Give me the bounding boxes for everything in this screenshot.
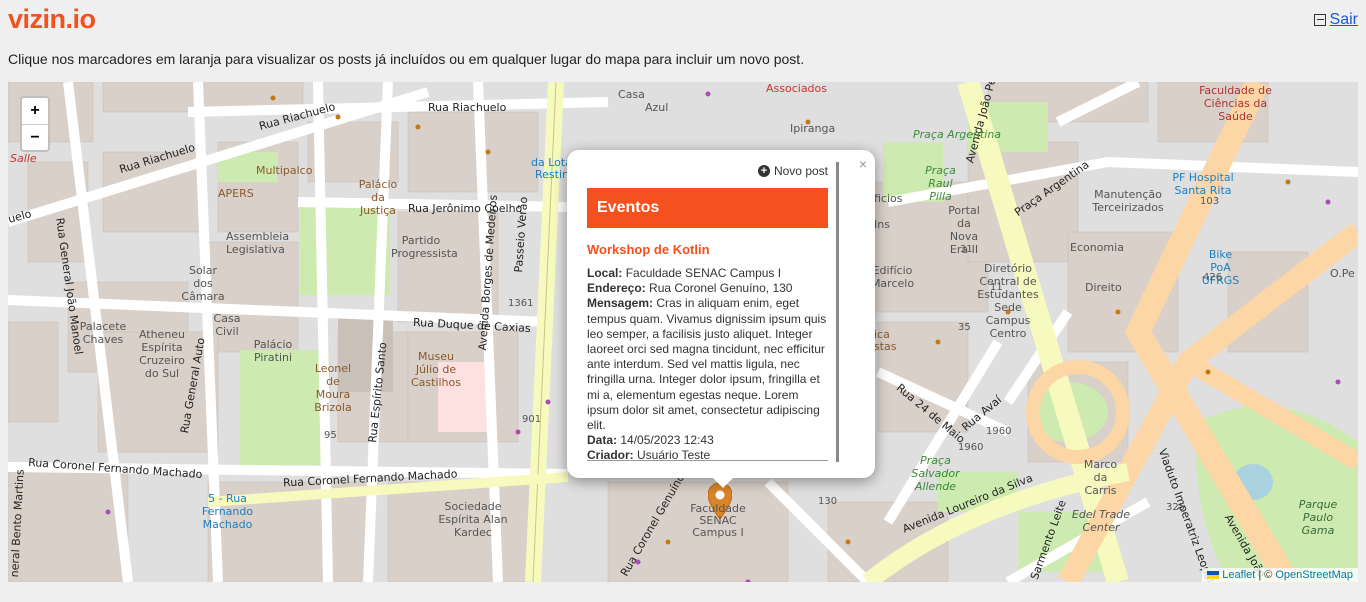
place-label: Praça Argentina	[913, 128, 1002, 141]
osm-link[interactable]: OpenStreetMap	[1275, 569, 1353, 581]
local-label: Local:	[587, 266, 623, 280]
address-value: Rua Coronel Genuíno, 130	[649, 281, 793, 296]
place-label: Parque Paulo Gama	[1298, 498, 1338, 537]
app-logo[interactable]: vizin.io	[8, 4, 96, 35]
new-post-label: Novo post	[773, 164, 828, 178]
leaflet-link[interactable]: Leaflet	[1222, 569, 1255, 581]
place-label: Atheneu Espírita Cruzeiro do Sul	[138, 328, 186, 380]
place-label: 5 - Rua Fernando Machado	[201, 492, 254, 531]
place-label: Praça Raul Pilla	[925, 164, 956, 203]
place-label: Praça Salvador Allende	[911, 454, 960, 493]
post-divider	[587, 460, 828, 461]
place-label: Faculdade de Ciências da Saúde	[1199, 84, 1272, 123]
place-label: Salle	[10, 152, 37, 165]
place-label: Ins	[874, 218, 890, 231]
place-label: Casa Civil	[213, 312, 241, 338]
place-label: Restin	[535, 168, 569, 181]
place-label: Palácio da Justiça	[358, 178, 398, 217]
house-number: 103	[1200, 196, 1220, 207]
house-number: 1960	[986, 426, 1012, 437]
map-attribution: Leaflet | © OpenStreetMap	[1202, 568, 1358, 582]
street-label: Rua Jerônimo Coelho	[408, 202, 523, 215]
zoom-control: + −	[20, 96, 50, 152]
logout-icon[interactable]	[1313, 14, 1326, 26]
message-label: Mensagem:	[587, 296, 654, 311]
house-number: 35	[958, 322, 971, 333]
place-label: ficios	[874, 192, 903, 205]
place-label: Manutenção Terceirizados	[1092, 188, 1164, 214]
house-number: 31	[960, 244, 973, 255]
place-label: O.Pe	[1330, 267, 1355, 280]
marker-label: Faculdade SENAC Campus I	[690, 502, 746, 539]
place-label: Ipiranga	[790, 122, 836, 135]
place-label: Leonel de Moura Brizola	[314, 362, 352, 414]
place-label: Direito	[1085, 281, 1122, 294]
house-number: 1960	[958, 442, 984, 453]
house-number: 901	[522, 414, 542, 425]
house-number: 1361	[508, 298, 534, 309]
popup-content[interactable]: + Novo post Eventos Workshop de Kotlin L…	[587, 162, 839, 462]
date-value: 14/05/2023 12:43	[620, 433, 714, 448]
place-label: PF Hospital Santa Rita	[1172, 171, 1234, 197]
house-number: 325	[1166, 502, 1186, 513]
post-title: Workshop de Kotlin	[587, 242, 710, 257]
house-number: 11	[990, 282, 1003, 293]
street-label: Rua Riachuelo	[428, 101, 507, 114]
place-label: Solar dos Câmara	[181, 264, 225, 303]
place-label: Edel Trade Center	[1071, 508, 1131, 534]
place-label: Economia	[1070, 241, 1124, 254]
place-label: Azul	[645, 101, 669, 114]
post-popup: × + Novo post Eventos Workshop de Kotlin…	[567, 150, 875, 478]
date-label: Data:	[587, 433, 618, 448]
place-label: Marco da Carris	[1083, 458, 1118, 497]
ukraine-flag-icon	[1207, 571, 1220, 579]
place-label: Associados	[766, 82, 828, 95]
place-label: Assembleia Legislativa	[226, 230, 290, 256]
place-label: APERS	[218, 187, 254, 200]
message-value: Cras in aliquam enim, eget tempus quam. …	[587, 296, 827, 433]
logout-link-container[interactable]: Sair	[1313, 11, 1358, 29]
place-label: Diretório Central de Estudantes Sede Cam…	[977, 262, 1039, 340]
instructions-text: Clique nos marcadores em laranja para vi…	[8, 51, 805, 67]
place-label: Edifício Marcelo	[870, 264, 915, 290]
house-number: 130	[818, 496, 838, 507]
local-value: Faculdade SENAC Campus I	[625, 266, 782, 280]
zoom-out-button[interactable]: −	[22, 124, 48, 150]
place-label: Partido Progressista	[391, 234, 458, 260]
zoom-in-button[interactable]: +	[22, 98, 48, 124]
place-label: Palacete Chaves	[79, 320, 127, 346]
place-label: Sociedade Espírita Alan Kardec	[438, 500, 508, 539]
place-label: Multipalco	[256, 164, 313, 177]
address-label: Endereço:	[587, 281, 646, 296]
new-post-button[interactable]: + Novo post	[757, 164, 828, 178]
attribution-separator: | ©	[1258, 569, 1273, 581]
post-details: Local: Faculdade SENAC Campus I Endereço…	[587, 266, 831, 462]
header: vizin.io Sair Clique nos marcadores em l…	[0, 0, 1366, 82]
category-header: Eventos	[587, 188, 828, 228]
close-icon[interactable]: ×	[859, 156, 867, 172]
place-label: stas	[874, 340, 897, 353]
place-label: Museu Júlio de Castilhos	[410, 350, 461, 389]
logout-link[interactable]: Sair	[1330, 11, 1358, 29]
house-number: 95	[324, 430, 337, 441]
place-label: Casa	[618, 88, 645, 101]
map[interactable]: Rua Riachuelo Rua Riachuelo Rua Riachuel…	[8, 82, 1358, 582]
add-circle-icon: +	[757, 165, 770, 177]
house-number: 426	[1203, 272, 1223, 283]
place-label: Palácio Piratini	[253, 338, 293, 364]
popup-tip	[711, 476, 735, 488]
